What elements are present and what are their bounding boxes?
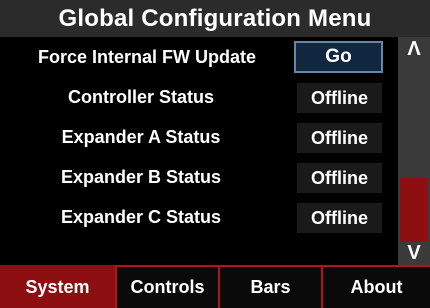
controller-status-value: Offline: [297, 83, 382, 113]
page-title: Global Configuration Menu: [0, 0, 430, 37]
expander-b-status-value: Offline: [297, 163, 382, 193]
tab-controls[interactable]: Controls: [115, 265, 218, 308]
scrollbar[interactable]: Λ V: [398, 37, 430, 265]
expander-c-status-label: Expander C Status: [60, 206, 222, 227]
tab-system-label: System: [25, 277, 90, 297]
force-fw-update-label: Force Internal FW Update: [38, 46, 257, 67]
page-title-text: Global Configuration Menu: [58, 4, 372, 32]
row-expander-a-status: Expander A Status Offline: [0, 117, 398, 157]
go-button[interactable]: Go: [294, 41, 383, 73]
expander-b-status-label: Expander B Status: [60, 166, 222, 187]
row-expander-b-status: Expander B Status Offline: [0, 157, 398, 197]
row-expander-c-status: Expander C Status Offline: [0, 197, 398, 237]
tab-bar: System Controls Bars About: [0, 265, 430, 308]
expander-a-status-label: Expander A Status: [61, 126, 221, 147]
row-force-fw-update: Force Internal FW Update Go: [0, 37, 398, 77]
touch-screen: Global Configuration Menu Force Internal…: [0, 0, 430, 308]
expander-c-status-value: Offline: [297, 203, 382, 233]
scroll-up-icon[interactable]: Λ: [398, 37, 430, 61]
tab-system[interactable]: System: [0, 265, 115, 308]
row-controller-status: Controller Status Offline: [0, 77, 398, 117]
scroll-thumb[interactable]: [400, 178, 428, 242]
tab-about-label: About: [350, 277, 403, 297]
tab-bars[interactable]: Bars: [218, 265, 321, 308]
tab-about[interactable]: About: [321, 265, 430, 308]
scroll-down-icon[interactable]: V: [398, 241, 430, 265]
tab-controls-label: Controls: [130, 277, 205, 297]
tab-bars-label: Bars: [250, 277, 291, 297]
expander-a-status-value: Offline: [297, 123, 382, 153]
controller-status-label: Controller Status: [67, 86, 214, 107]
settings-list: Force Internal FW Update Go Controller S…: [0, 37, 398, 265]
